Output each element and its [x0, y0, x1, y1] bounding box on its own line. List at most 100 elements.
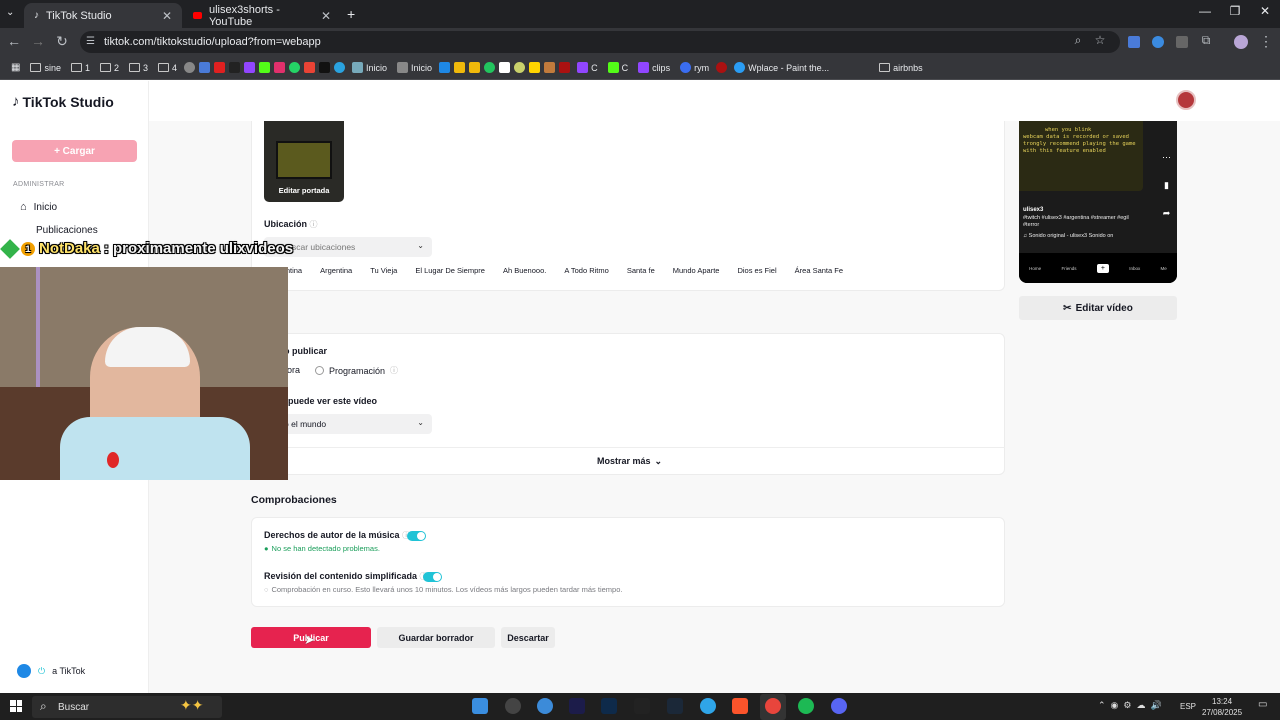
system-tray-icons[interactable]: ⌃◉⚙☁🔊 — [1098, 700, 1167, 711]
cover-thumbnail[interactable]: Editar portada — [264, 121, 344, 202]
bookmark-folder[interactable]: 4 — [155, 63, 180, 73]
close-window-icon[interactable]: ✕ — [1248, 4, 1280, 18]
schedule-option[interactable]: Programación ⓘ — [315, 365, 398, 376]
content-check-toggle[interactable] — [423, 572, 442, 582]
taskbar-app-icon[interactable] — [505, 698, 521, 714]
discord-icon[interactable] — [831, 698, 847, 714]
bookmark-folder[interactable]: sine — [27, 63, 64, 73]
location-chip[interactable]: Tu Vieja — [370, 266, 397, 275]
menu-dots-icon[interactable]: ⋮ — [1256, 33, 1276, 50]
bookmark-icon[interactable] — [514, 62, 526, 73]
close-tab-icon[interactable]: ✕ — [321, 9, 331, 23]
show-more-button[interactable]: Mostrar más ⌄ — [597, 456, 662, 467]
bookmark-icon[interactable] — [319, 62, 331, 73]
bookmark-folder[interactable]: airbnbs — [876, 63, 926, 73]
back-icon[interactable]: ← — [4, 33, 24, 49]
publish-now-option[interactable]: ora — [287, 365, 300, 375]
bookmark-icon[interactable] — [469, 62, 481, 73]
location-chip[interactable]: Argentina — [320, 266, 352, 275]
edit-video-button[interactable]: ✂ Editar vídeo — [1019, 296, 1177, 320]
location-chip[interactable]: Santa fe — [627, 266, 655, 275]
bookmark-icon[interactable] — [484, 62, 496, 73]
reload-icon[interactable]: ↻ — [52, 33, 72, 50]
new-tab-button[interactable]: + — [347, 6, 355, 22]
chrome-icon[interactable] — [765, 698, 781, 714]
tab-youtube[interactable]: ulisex3shorts - YouTube ✕ — [183, 3, 341, 28]
sidebar-item-inicio[interactable]: ⌂ Inicio — [20, 201, 57, 213]
apps-grid-icon[interactable]: ▦ — [8, 62, 23, 73]
bookmark-item[interactable]: clips — [635, 62, 673, 73]
zoom-icon[interactable]: ⌕ — [1068, 33, 1088, 48]
bookmark-icon[interactable] — [454, 62, 466, 73]
tiktok-studio-logo[interactable]: ♪ TikTok Studio — [12, 93, 114, 110]
bookmark-item[interactable]: Inicio — [394, 62, 435, 73]
bookmark-icon[interactable] — [274, 62, 286, 73]
bookmark-folder[interactable]: 1 — [68, 63, 93, 73]
address-bar[interactable]: tiktok.com/tiktokstudio/upload?from=weba… — [80, 31, 1120, 53]
bookmark-icon[interactable] — [229, 62, 241, 73]
clock[interactable]: 13:24 27/08/2025 — [1202, 696, 1242, 718]
bookmark-item[interactable]: rym — [677, 62, 712, 73]
location-chip[interactable]: Dios es Fiel — [737, 266, 776, 275]
bookmark-icon[interactable] — [304, 62, 316, 73]
bookmark-icon[interactable] — [439, 62, 451, 73]
bookmark-icon[interactable] — [499, 62, 511, 73]
bookmark-icon[interactable] — [289, 62, 301, 73]
bookmark-icon[interactable] — [544, 62, 556, 73]
bookmark-icon[interactable] — [259, 62, 271, 73]
forward-icon[interactable]: → — [28, 33, 48, 49]
taskbar-app-icon[interactable] — [472, 698, 488, 714]
bookmark-icon[interactable] — [199, 62, 211, 73]
brave-icon[interactable] — [732, 698, 748, 714]
bookmark-folder[interactable]: 3 — [126, 63, 151, 73]
extension-icon[interactable] — [1152, 36, 1164, 48]
epic-games-icon[interactable] — [634, 698, 650, 714]
bookmark-item[interactable]: Inicio — [349, 62, 390, 73]
video-preview[interactable]: when you blink webcam data is recorded o… — [1019, 121, 1177, 283]
bookmark-item[interactable]: C — [574, 62, 601, 73]
profile-avatar[interactable] — [1234, 35, 1248, 49]
language-indicator[interactable]: ESP — [1180, 702, 1196, 711]
bookmark-icon[interactable] — [559, 62, 571, 73]
extensions-puzzle-icon[interactable]: ⧉ — [1196, 33, 1216, 48]
discard-button[interactable]: Descartar — [501, 627, 555, 648]
edge-icon[interactable] — [700, 698, 716, 714]
site-info-icon[interactable]: ☰ — [86, 36, 95, 47]
location-chip[interactable]: A Todo Ritmo — [564, 266, 608, 275]
extension-icon[interactable] — [1176, 36, 1188, 48]
tab-tiktok-studio[interactable]: ♪ TikTok Studio ✕ — [24, 3, 182, 28]
bookmark-icon[interactable] — [244, 62, 256, 73]
steam-icon[interactable] — [667, 698, 683, 714]
bookmark-icon[interactable] — [334, 62, 346, 73]
upload-button[interactable]: + Cargar — [12, 140, 137, 162]
bookmark-item[interactable]: C — [605, 62, 632, 73]
bookmark-star-icon[interactable]: ☆ — [1090, 33, 1110, 47]
sidebar-item-publicaciones[interactable]: Publicaciones — [36, 225, 98, 236]
music-check-toggle[interactable] — [407, 531, 426, 541]
tab-list-icon[interactable]: ⌄ — [6, 7, 14, 18]
widget-sparkle-icon[interactable]: ✦✦ — [180, 697, 203, 714]
location-chip[interactable]: Área Santa Fe — [795, 266, 843, 275]
visibility-select[interactable]: o el mundo ⌄ — [264, 414, 432, 434]
bookmark-icon[interactable] — [529, 62, 541, 73]
close-tab-icon[interactable]: ✕ — [162, 9, 172, 23]
bookmark-icon[interactable] — [184, 62, 196, 73]
bookmark-item[interactable]: Wplace - Paint the... — [731, 62, 832, 73]
location-chip[interactable]: El Lugar De Siempre — [415, 266, 485, 275]
restore-icon[interactable]: ❐ — [1218, 4, 1252, 18]
location-chip[interactable]: Mundo Aparte — [673, 266, 720, 275]
photoshop-icon[interactable] — [601, 698, 617, 714]
notification-icon[interactable]: ▭ — [1258, 699, 1267, 710]
user-avatar[interactable] — [1176, 90, 1196, 110]
taskbar-app-icon[interactable] — [537, 698, 553, 714]
sidebar-footer-link[interactable]: ⏻ a TikTok — [17, 664, 85, 678]
windows-start-icon[interactable] — [10, 700, 22, 712]
location-chip[interactable]: Ah Buenooo. — [503, 266, 546, 275]
bookmark-folder[interactable]: 2 — [97, 63, 122, 73]
minimize-icon[interactable]: — — [1188, 4, 1222, 18]
translate-extension-icon[interactable] — [1128, 36, 1140, 48]
save-draft-button[interactable]: Guardar borrador — [377, 627, 495, 648]
bookmark-icon[interactable] — [214, 62, 226, 73]
premiere-icon[interactable] — [569, 698, 585, 714]
bookmark-icon[interactable] — [716, 62, 728, 73]
